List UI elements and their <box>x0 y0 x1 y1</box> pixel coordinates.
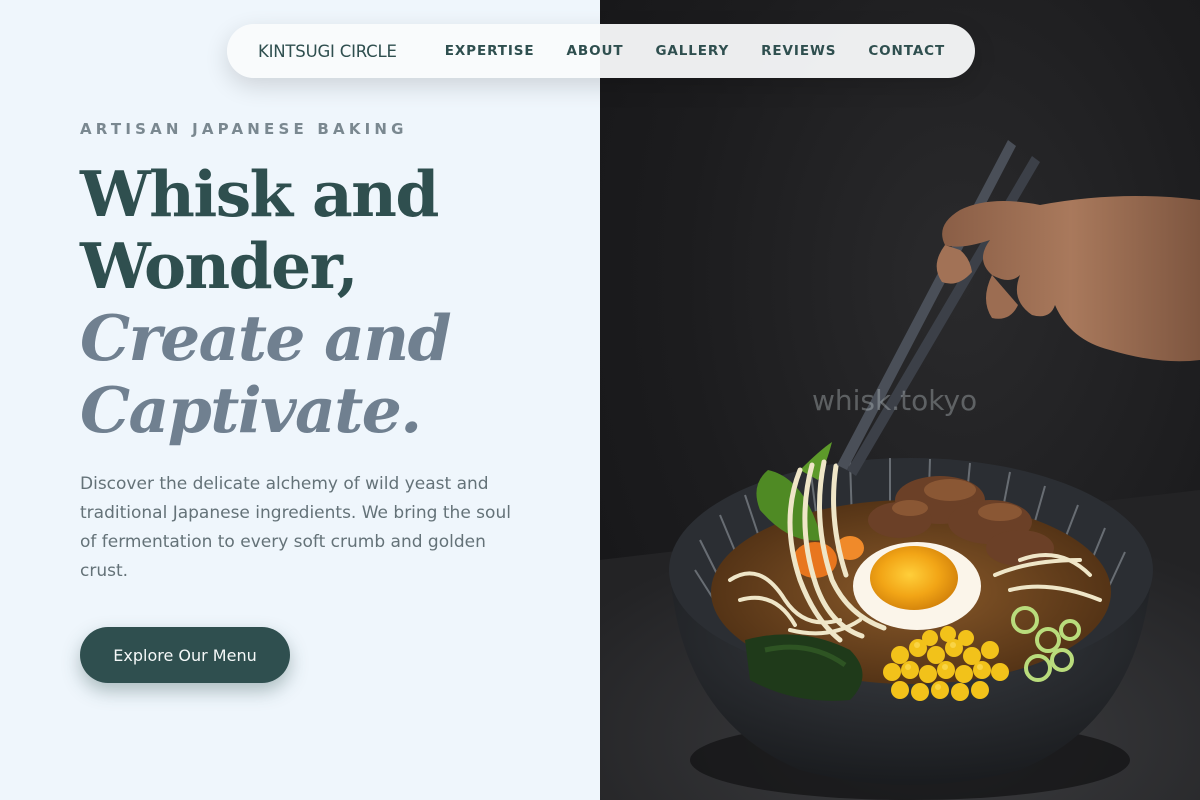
nav-link-gallery[interactable]: GALLERY <box>655 43 729 59</box>
nav-link-reviews[interactable]: REVIEWS <box>761 43 836 59</box>
top-navigation-bar: KINTSUGI CIRCLE EXPERTISE ABOUT GALLERY … <box>227 24 975 78</box>
hero-headline: Whisk and Wonder, Create and Captivate. <box>80 157 452 447</box>
hero-eyebrow: ARTISAN JAPANESE BAKING <box>80 120 408 138</box>
headline-line-4: Captivate. <box>80 373 422 447</box>
image-watermark: whisk.tokyo <box>812 384 978 417</box>
headline-line-3: Create and <box>80 301 452 375</box>
hero-description: Discover the delicate alchemy of wild ye… <box>80 474 511 581</box>
headline-line-1: Whisk and <box>80 157 439 231</box>
nav-links: EXPERTISE ABOUT GALLERY REVIEWS CONTACT <box>445 43 945 59</box>
brand-logo[interactable]: KINTSUGI CIRCLE <box>258 42 397 61</box>
explore-menu-button[interactable]: Explore Our Menu <box>80 627 290 683</box>
nav-link-about[interactable]: ABOUT <box>567 43 624 59</box>
headline-line-2: Wonder, <box>80 229 359 303</box>
nav-link-expertise[interactable]: EXPERTISE <box>445 43 535 59</box>
nav-link-contact[interactable]: CONTACT <box>868 43 945 59</box>
